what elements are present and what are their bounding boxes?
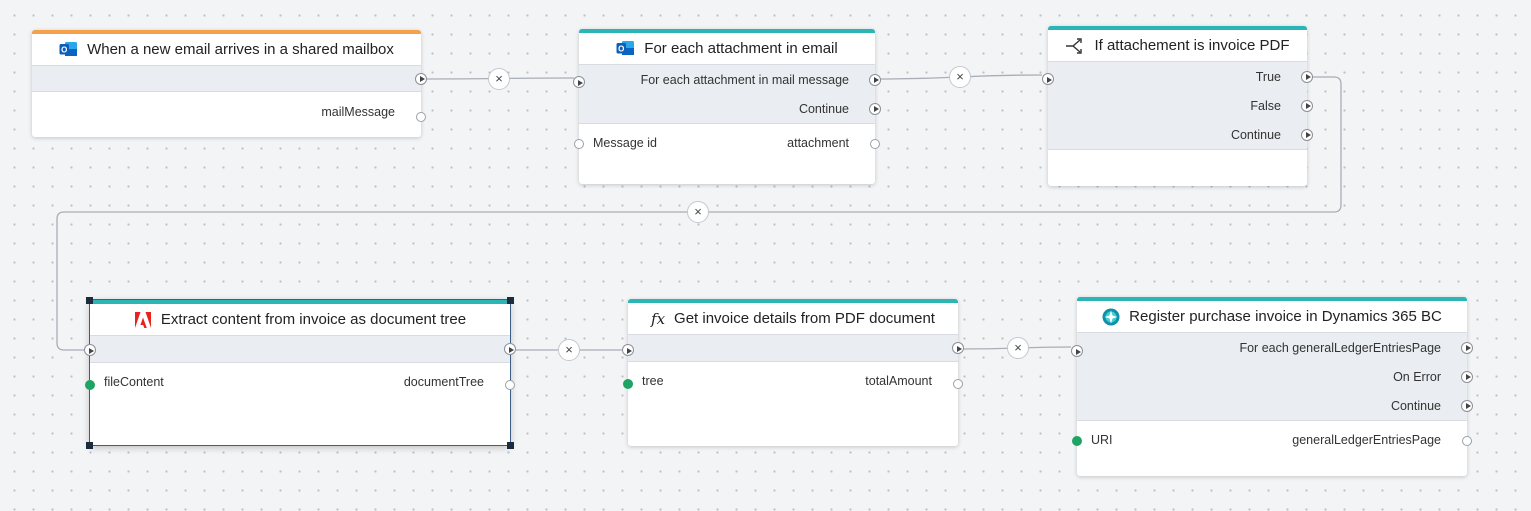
svg-text:O: O <box>618 44 624 53</box>
output-port-continue[interactable] <box>869 102 881 115</box>
remove-connection-button-1[interactable]: × <box>488 68 510 90</box>
output-row-continue: Continue <box>1077 391 1473 420</box>
remove-connection-button-3[interactable]: × <box>687 201 709 223</box>
node-for-each-attachment[interactable]: O For each attachment in email For each … <box>573 29 881 184</box>
node-register-purchase-invoice[interactable]: Register purchase invoice in Dynamics 36… <box>1071 297 1473 476</box>
param-row: fileContent documentTree <box>90 367 510 397</box>
dynamics-icon <box>1102 308 1120 326</box>
param-out-label: mailMessage <box>321 105 395 119</box>
remove-connection-button-2[interactable]: × <box>949 66 971 88</box>
param-in-port-tree[interactable] <box>623 379 633 389</box>
output-port-on-error[interactable] <box>1461 370 1473 383</box>
output-port-next[interactable] <box>504 343 516 355</box>
resize-handle-top-right[interactable] <box>507 297 514 304</box>
param-out-label: generalLedgerEntriesPage <box>1292 433 1441 447</box>
output-port-next[interactable] <box>415 72 427 85</box>
param-in-label: fileContent <box>104 375 164 389</box>
param-row: mailMessage <box>32 97 421 127</box>
output-port-false[interactable] <box>1301 99 1313 112</box>
node-new-email-trigger[interactable]: O When a new email arrives in a shared m… <box>32 30 427 137</box>
output-row-continue: Continue <box>579 94 881 123</box>
node-title: Get invoice details from PDF document <box>674 310 935 327</box>
output-port-next[interactable] <box>952 342 964 354</box>
adobe-pdf-icon <box>134 311 152 328</box>
node-title: Extract content from invoice as document… <box>160 311 467 328</box>
output-port-true[interactable] <box>1301 70 1313 83</box>
node-extract-content[interactable]: Extract content from invoice as document… <box>84 297 516 449</box>
param-in-port-fileContent[interactable] <box>85 380 95 390</box>
node-if-invoice-pdf[interactable]: If attachement is invoice PDF True False… <box>1042 26 1313 186</box>
output-port-continue[interactable] <box>1301 128 1313 141</box>
output-row-false: False <box>1048 91 1313 120</box>
output-row-continue: Continue <box>1048 120 1313 149</box>
output-row-next <box>32 66 427 91</box>
param-out-label: documentTree <box>403 375 484 389</box>
resize-handle-bottom-left[interactable] <box>86 442 93 449</box>
param-in-label: Message id <box>593 136 657 150</box>
param-in-label: URI <box>1091 433 1113 447</box>
output-row-for-each: For each generalLedgerEntriesPage <box>1077 333 1473 362</box>
output-port-for-each[interactable] <box>869 73 881 86</box>
param-in-port-uri[interactable] <box>1072 436 1082 446</box>
node-get-invoice-details[interactable]: fx Get invoice details from PDF document… <box>622 299 964 446</box>
svg-text:O: O <box>61 45 67 54</box>
output-row-true: True <box>1048 62 1313 91</box>
node-title: If attachement is invoice PDF <box>1094 37 1290 54</box>
param-out-port-documentTree[interactable] <box>505 380 515 390</box>
param-in-port-message-id[interactable] <box>574 139 584 149</box>
param-out-port-mailMessage[interactable] <box>416 112 426 122</box>
param-row: URI generalLedgerEntriesPage <box>1077 425 1467 455</box>
outlook-icon: O <box>616 40 635 57</box>
param-out-label: attachment <box>787 136 849 150</box>
param-row: tree totalAmount <box>628 366 958 396</box>
resize-handle-bottom-right[interactable] <box>507 442 514 449</box>
param-in-label: tree <box>642 374 664 388</box>
output-port-for-each[interactable] <box>1461 341 1473 354</box>
remove-connection-button-5[interactable]: × <box>1007 337 1029 359</box>
param-out-port-attachment[interactable] <box>870 139 880 149</box>
param-out-label: totalAmount <box>865 374 932 388</box>
output-port-continue[interactable] <box>1461 399 1473 412</box>
param-row: Message id attachment <box>579 128 875 158</box>
output-row-on-error: On Error <box>1077 362 1473 391</box>
param-out-port-totalAmount[interactable] <box>953 379 963 389</box>
node-title: When a new email arrives in a shared mai… <box>87 41 394 58</box>
function-icon: fx <box>651 309 666 328</box>
param-out-port-generalLedgerEntriesPage[interactable] <box>1462 436 1472 446</box>
resize-handle-top-left[interactable] <box>86 297 93 304</box>
outlook-icon: O <box>59 41 78 58</box>
branch-icon <box>1065 37 1085 54</box>
remove-connection-button-4[interactable]: × <box>558 339 580 361</box>
output-row-for-each: For each attachment in mail message <box>579 65 881 94</box>
node-title: For each attachment in email <box>644 40 838 57</box>
output-row-next <box>90 336 516 362</box>
node-title: Register purchase invoice in Dynamics 36… <box>1129 308 1442 325</box>
output-row-next <box>628 335 964 361</box>
